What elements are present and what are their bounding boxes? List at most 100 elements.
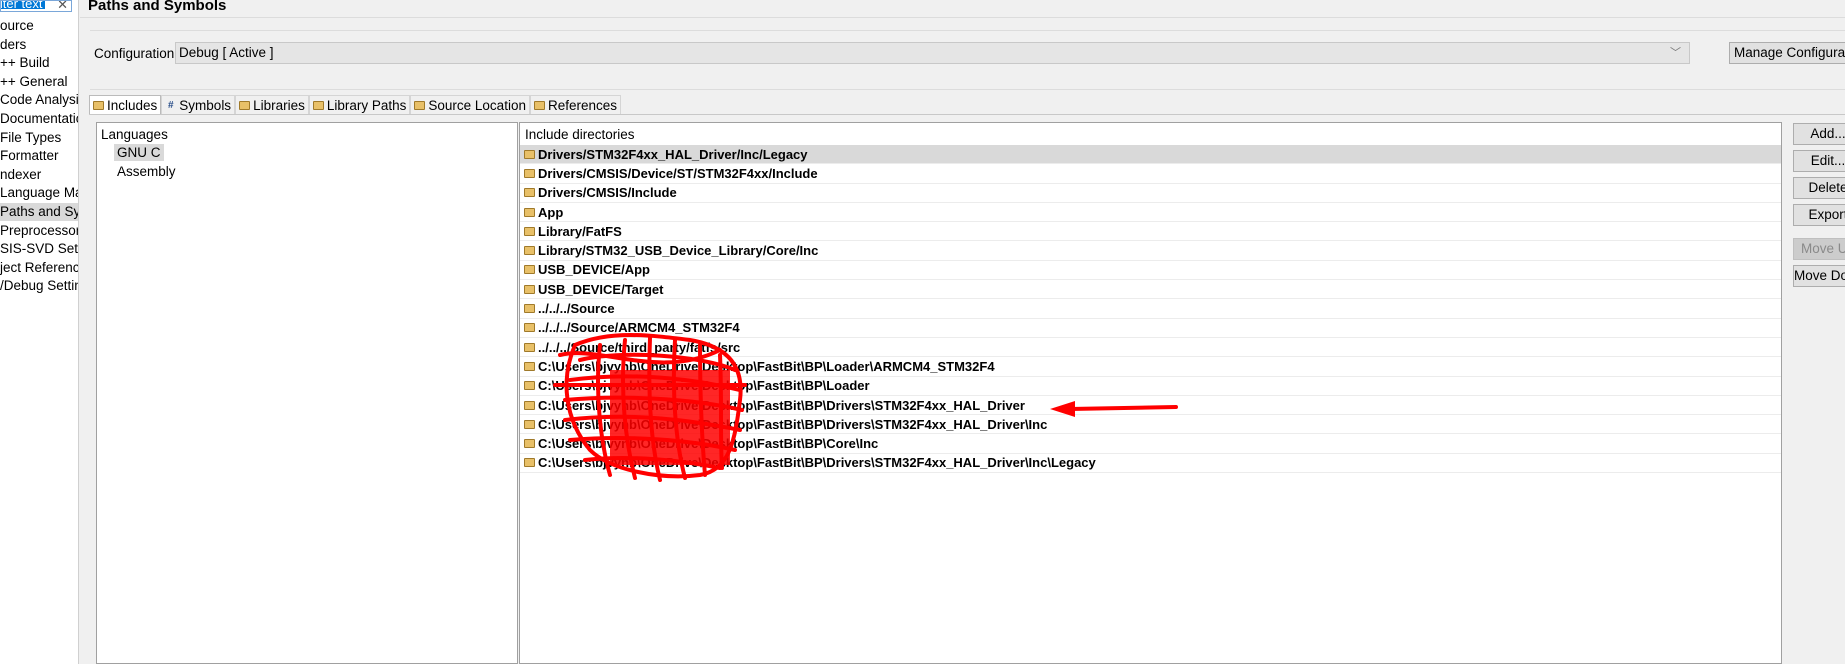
tab-libraries[interactable]: Libraries: [235, 95, 309, 115]
include-folder-icon: [524, 149, 535, 159]
move-up-button[interactable]: Move Up: [1793, 238, 1845, 260]
include-folder-icon: [524, 381, 535, 391]
include-row[interactable]: C:\Users\bjvynb\OneDrive\Desktop\FastBit…: [520, 357, 1781, 377]
include-path: C:\Users\bjvynb\OneDrive\Desktop\FastBit…: [538, 358, 995, 374]
include-folder-icon: [524, 439, 535, 449]
clear-filter-icon[interactable]: ✕: [57, 1, 68, 11]
include-path: Library/STM32_USB_Device_Library/Core/In…: [538, 243, 819, 259]
settings-tree: ilter text ✕ ource ders ++ Build ++ General…: [0, 0, 79, 664]
move-down-button[interactable]: Move Down: [1793, 265, 1845, 287]
sidebar-item[interactable]: Code Analysis: [0, 91, 78, 109]
include-path: ../../../Source: [538, 301, 615, 317]
include-folder-icon: [524, 284, 535, 294]
include-path: Library/FatFS: [538, 223, 622, 239]
include-path: App: [538, 204, 564, 220]
tab-includes[interactable]: Includes: [89, 95, 162, 115]
include-folder-icon: [524, 207, 535, 217]
tab-references[interactable]: References: [529, 95, 622, 115]
include-path: USB_DEVICE/Target: [538, 281, 664, 297]
include-row[interactable]: ../../../Source/third_party/fatfs/src: [520, 338, 1781, 358]
filter-text: ilter text: [1, 1, 45, 10]
include-folder-icon: [524, 323, 535, 333]
sidebar-item[interactable]: ++ General: [0, 73, 78, 91]
include-row[interactable]: Drivers/CMSIS/Include: [520, 184, 1781, 203]
include-folder-icon: [524, 188, 535, 198]
manage-configurations-button[interactable]: Manage Configurations...: [1729, 42, 1845, 64]
tab-label: Source Location: [428, 98, 526, 113]
include-row[interactable]: ../../../Source/ARMCM4_STM32F4: [520, 319, 1781, 338]
references-icon: [533, 101, 545, 110]
include-path: C:\Users\bjvynb\OneDrive\Desktop\FastBit…: [538, 378, 870, 394]
include-path: Drivers/CMSIS/Include: [538, 185, 677, 201]
include-path: C:\Users\bjvynb\OneDrive\Desktop\FastBit…: [538, 436, 879, 452]
sidebar-item[interactable]: Preprocessor I: [0, 222, 78, 240]
source-folder-icon: [414, 101, 426, 110]
sidebar-item[interactable]: File Types: [0, 129, 78, 147]
include-folder-icon: [524, 304, 535, 314]
include-folder-icon: [524, 265, 535, 275]
delete-button[interactable]: Delete: [1793, 177, 1845, 199]
configuration-label: Configuration:: [94, 46, 179, 61]
include-row[interactable]: C:\Users\bjvynb\OneDrive\Desktop\FastBit…: [520, 396, 1781, 416]
sidebar-item[interactable]: Language Map: [0, 184, 78, 202]
tab-bar: Includes # Symbols Libraries Library Paths So…: [89, 95, 622, 115]
include-directories-table: Include directories Drivers/STM32F4xx_HA…: [519, 122, 1782, 664]
language-item-assembly[interactable]: Assembly: [114, 163, 179, 180]
sidebar-item[interactable]: ject Reference:: [0, 259, 78, 277]
divider: [80, 17, 1845, 18]
sidebar-item[interactable]: ndexer: [0, 166, 78, 184]
language-item-gnu-c[interactable]: GNU C: [114, 144, 164, 161]
tab-label: Includes: [107, 98, 158, 113]
include-folder-icon: [524, 458, 535, 468]
languages-list: Languages GNU C Assembly: [96, 122, 518, 664]
include-row[interactable]: USB_DEVICE/App: [520, 261, 1781, 281]
include-path: C:\Users\bjvynb\OneDrive\Desktop\FastBit…: [538, 455, 1096, 471]
include-path: C:\Users\bjvynb\OneDrive\Desktop\FastBit…: [538, 416, 1048, 432]
include-folder-icon: [524, 361, 535, 371]
include-row[interactable]: C:\Users\bjvynb\OneDrive\Desktop\FastBit…: [520, 454, 1781, 474]
sidebar-item[interactable]: Documentatio: [0, 110, 78, 128]
sidebar-item[interactable]: ders: [0, 36, 78, 54]
include-folder-icon: [524, 226, 535, 236]
include-row[interactable]: USB_DEVICE/Target: [520, 280, 1781, 300]
include-row[interactable]: C:\Users\bjvynb\OneDrive\Desktop\FastBit…: [520, 435, 1781, 454]
include-row[interactable]: ../../../Source: [520, 299, 1781, 319]
configuration-select[interactable]: Debug [ Active ] ﹀: [175, 42, 1690, 64]
include-row[interactable]: C:\Users\bjvynb\OneDrive\Desktop\FastBit…: [520, 377, 1781, 396]
library-icon: [239, 101, 251, 110]
tab-label: Libraries: [253, 98, 305, 113]
include-row[interactable]: C:\Users\bjvynb\OneDrive\Desktop\FastBit…: [520, 415, 1781, 435]
sidebar-item[interactable]: Paths and Sym: [0, 203, 78, 221]
export-button[interactable]: Export: [1793, 204, 1845, 226]
include-path: Drivers/STM32F4xx_HAL_Driver/Inc/Legacy: [538, 146, 808, 162]
include-row[interactable]: App: [520, 203, 1781, 223]
filter-input[interactable]: ilter text ✕: [0, 0, 72, 12]
page-title: Paths and Symbols: [88, 0, 227, 14]
include-path: ../../../Source/ARMCM4_STM32F4: [538, 320, 740, 336]
tab-source-location[interactable]: Source Location: [410, 95, 530, 115]
hash-icon: #: [168, 99, 174, 111]
tab-label: Library Paths: [326, 98, 407, 113]
sidebar-item[interactable]: ++ Build: [0, 54, 78, 72]
sidebar-item[interactable]: /Debug Settin: [0, 277, 78, 295]
tab-library-paths[interactable]: Library Paths: [308, 95, 411, 115]
include-folder-icon: [524, 168, 535, 178]
library-path-icon: [312, 101, 324, 110]
include-row[interactable]: Library/FatFS: [520, 222, 1781, 242]
sidebar-item[interactable]: SIS-SVD Settin: [0, 240, 78, 258]
include-folder-icon: [524, 342, 535, 352]
include-path: ../../../Source/third_party/fatfs/src: [538, 339, 741, 355]
include-row[interactable]: Library/STM32_USB_Device_Library/Core/In…: [520, 242, 1781, 261]
configuration-value: Debug [ Active ]: [179, 45, 274, 60]
include-row[interactable]: Drivers/CMSIS/Device/ST/STM32F4xx/Includ…: [520, 164, 1781, 184]
languages-title: Languages: [101, 127, 168, 142]
add-button[interactable]: Add...: [1793, 123, 1845, 145]
include-path: C:\Users\bjvynb\OneDrive\Desktop\FastBit…: [538, 397, 1025, 413]
tab-label: Symbols: [179, 98, 232, 113]
sidebar-item[interactable]: ource: [0, 17, 78, 35]
include-path: USB_DEVICE/App: [538, 262, 650, 278]
include-row[interactable]: Drivers/STM32F4xx_HAL_Driver/Inc/Legacy: [520, 145, 1781, 165]
sidebar-item[interactable]: Formatter: [0, 147, 78, 165]
edit-button[interactable]: Edit...: [1793, 150, 1845, 172]
tab-symbols[interactable]: # Symbols: [161, 95, 236, 115]
